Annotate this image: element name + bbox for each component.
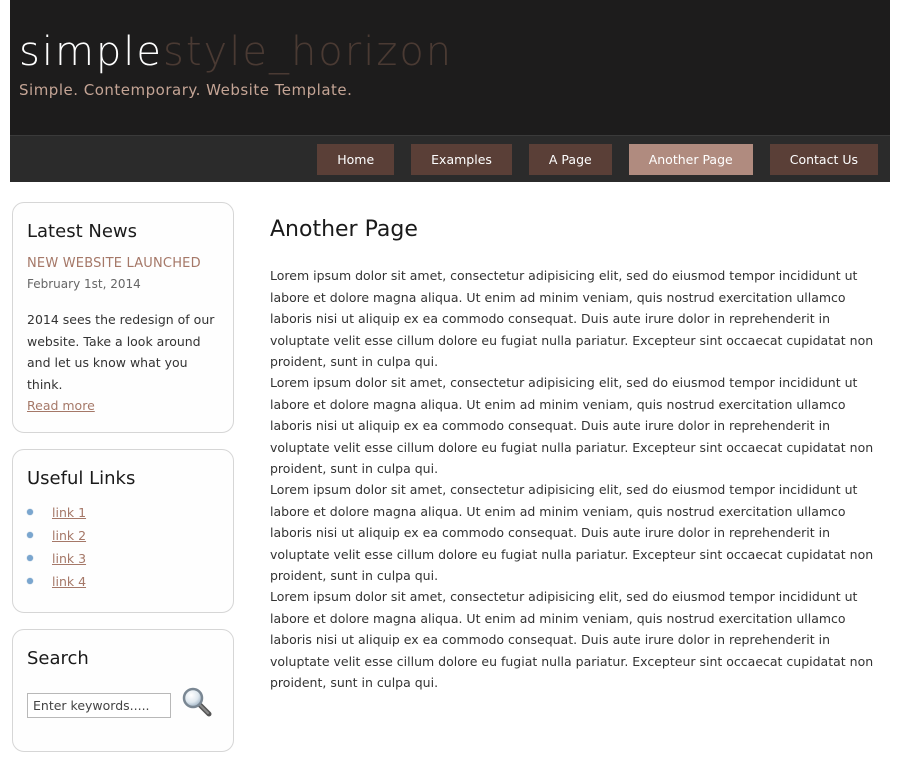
content-paragraph: Lorem ipsum dolor sit amet, consectetur …: [270, 589, 874, 690]
search-heading: Search: [27, 648, 89, 669]
search-input[interactable]: [27, 693, 171, 718]
main-menu: Home Examples A Page Another Page Contac…: [300, 144, 878, 175]
sidebar-search: Search: [12, 629, 234, 752]
search-button[interactable]: [181, 686, 213, 718]
latest-news-heading: Latest News: [27, 221, 137, 242]
sidebar-useful-links: Useful Links link 1 link 2 link 3 link 4: [12, 449, 234, 613]
bullet-dot-icon: [27, 555, 33, 561]
useful-link-2[interactable]: link 2: [52, 528, 86, 543]
sidebar-latest-news: Latest News NEW WEBSITE LAUNCHED Februar…: [12, 202, 234, 433]
news-title: NEW WEBSITE LAUNCHED: [27, 256, 201, 271]
page-title: Another Page: [270, 217, 418, 242]
news-body: 2014 sees the redesign of our website. T…: [27, 312, 215, 392]
content-paragraph: Lorem ipsum dolor sit amet, consectetur …: [270, 482, 874, 583]
logo-secondary-text[interactable]: style_horizon: [163, 29, 453, 75]
menu-item-a-page[interactable]: A Page: [528, 144, 612, 175]
menu-item-another-page[interactable]: Another Page: [628, 144, 753, 175]
site-header: simplestyle_horizon Simple. Contemporary…: [0, 0, 898, 182]
useful-links-heading: Useful Links: [27, 468, 136, 489]
site-logo[interactable]: simplestyle_horizon: [19, 30, 453, 74]
menubar: Home Examples A Page Another Page Contac…: [10, 135, 890, 182]
useful-link-4[interactable]: link 4: [52, 574, 86, 589]
list-item: link 2: [27, 524, 219, 547]
news-date: February 1st, 2014: [27, 277, 141, 291]
list-item: link 1: [27, 501, 219, 524]
useful-link-3[interactable]: link 3: [52, 551, 86, 566]
bullet-dot-icon: [27, 532, 33, 538]
bullet-dot-icon: [27, 509, 33, 515]
menu-item-contact-us[interactable]: Contact Us: [769, 144, 878, 175]
useful-link-1[interactable]: link 1: [52, 505, 86, 520]
useful-links-list: link 1 link 2 link 3 link 4: [27, 501, 219, 593]
read-more-link[interactable]: Read more: [27, 398, 95, 413]
list-item: link 4: [27, 570, 219, 593]
site-slogan: Simple. Contemporary. Website Template.: [19, 81, 353, 99]
list-item: link 3: [27, 547, 219, 570]
bullet-dot-icon: [27, 578, 33, 584]
menu-item-home[interactable]: Home: [317, 144, 395, 175]
magnifying-glass-icon[interactable]: [181, 686, 213, 718]
logo-primary-text[interactable]: simple: [19, 29, 163, 75]
content-paragraph: Lorem ipsum dolor sit amet, consectetur …: [270, 375, 874, 476]
content-paragraph: Lorem ipsum dolor sit amet, consectetur …: [270, 268, 874, 369]
menu-item-examples[interactable]: Examples: [411, 144, 512, 175]
